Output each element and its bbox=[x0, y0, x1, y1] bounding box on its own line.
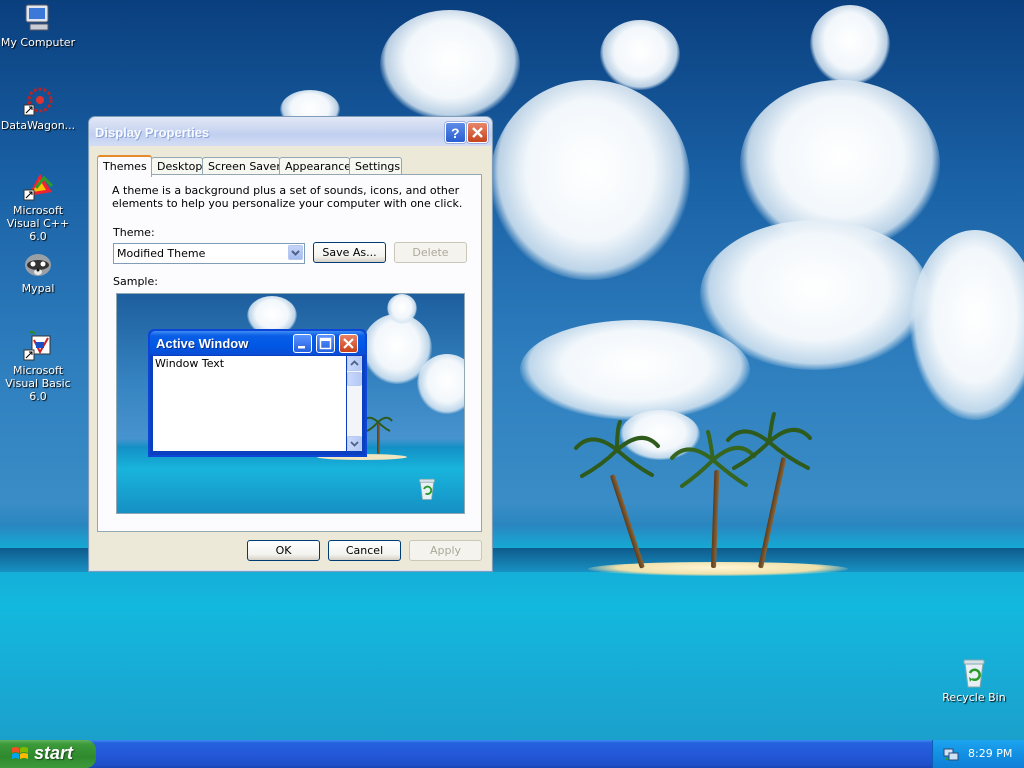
wallpaper-cloud bbox=[810, 5, 890, 85]
start-button[interactable]: start bbox=[0, 740, 96, 768]
ok-button[interactable]: OK bbox=[247, 540, 320, 561]
sample-window-text: Window Text bbox=[155, 357, 225, 370]
question-mark-icon: ? bbox=[451, 125, 460, 141]
tab-appearance[interactable]: Appearance bbox=[279, 157, 351, 175]
recycle-bin-icon bbox=[958, 657, 990, 689]
theme-sample-preview: Active Window Window Text bbox=[116, 293, 465, 514]
maximize-icon bbox=[316, 334, 335, 353]
apply-button[interactable]: Apply bbox=[409, 540, 482, 561]
preview-cloud bbox=[387, 294, 417, 324]
scroll-thumb bbox=[347, 372, 362, 386]
mypal-raccoon-icon bbox=[22, 248, 54, 280]
desktop-icon-my-computer[interactable]: My Computer bbox=[0, 2, 78, 49]
dialog-titlebar[interactable]: Display Properties ? bbox=[89, 117, 492, 146]
sample-window-titlebar: Active Window bbox=[150, 331, 365, 355]
theme-select[interactable]: Modified Theme bbox=[113, 243, 305, 264]
themes-description: A theme is a background plus a set of so… bbox=[112, 184, 463, 210]
desktop-icon-visual-basic[interactable]: Microsoft Visual Basic 6.0 bbox=[0, 330, 78, 403]
start-label: start bbox=[34, 743, 74, 763]
system-tray: 8:29 PM bbox=[932, 740, 1024, 768]
desktop-icon-label: Recycle Bin bbox=[942, 691, 1006, 704]
sample-window-body: Window Text bbox=[153, 356, 346, 451]
svg-text:?: ? bbox=[451, 125, 460, 141]
desktop-icon-mypal[interactable]: Mypal bbox=[0, 248, 78, 295]
delete-button[interactable]: Delete bbox=[394, 242, 467, 263]
visual-cpp-icon bbox=[22, 170, 54, 202]
sample-window-title: Active Window bbox=[156, 336, 249, 351]
desktop-icon-recycle-bin[interactable]: Recycle Bin bbox=[934, 657, 1014, 704]
close-icon bbox=[339, 334, 358, 353]
datawagon-icon bbox=[22, 85, 54, 117]
sample-scrollbar bbox=[347, 356, 362, 451]
scroll-up-icon bbox=[347, 356, 362, 371]
tab-screen-saver[interactable]: Screen Saver bbox=[202, 157, 281, 175]
close-icon bbox=[472, 127, 483, 138]
desktop-icon-datawagon[interactable]: DataWagon... bbox=[0, 85, 78, 132]
wallpaper-cloud bbox=[600, 20, 680, 90]
themes-panel: A theme is a background plus a set of so… bbox=[97, 174, 482, 532]
preview-palm-fronds bbox=[363, 416, 393, 432]
theme-select-value: Modified Theme bbox=[117, 247, 206, 260]
theme-label: Theme: bbox=[113, 226, 155, 239]
network-icon[interactable] bbox=[943, 746, 959, 762]
taskbar[interactable]: start 8:29 PM bbox=[0, 740, 1024, 768]
desktop-icon-visual-cpp[interactable]: Microsoft Visual C++ 6.0 bbox=[0, 170, 78, 243]
wallpaper-cloud bbox=[380, 10, 520, 120]
preview-cloud bbox=[417, 354, 464, 414]
sample-label: Sample: bbox=[113, 275, 158, 288]
sample-active-window: Active Window Window Text bbox=[148, 329, 367, 457]
help-button[interactable]: ? bbox=[445, 122, 466, 143]
tab-settings[interactable]: Settings bbox=[349, 157, 402, 175]
cancel-button[interactable]: Cancel bbox=[328, 540, 401, 561]
visual-basic-icon bbox=[22, 330, 54, 362]
palm-fronds bbox=[726, 412, 812, 470]
clock[interactable]: 8:29 PM bbox=[968, 747, 1012, 760]
recycle-bin-icon bbox=[419, 478, 435, 500]
chevron-down-icon[interactable] bbox=[288, 245, 303, 260]
desktop-icon-label: My Computer bbox=[0, 36, 76, 49]
windows-logo-icon bbox=[12, 747, 28, 759]
display-properties-dialog[interactable]: Display Properties ? Themes Desktop Scre… bbox=[88, 116, 493, 572]
sand-island bbox=[588, 562, 848, 576]
scroll-down-icon bbox=[347, 436, 362, 451]
tab-desktop[interactable]: Desktop bbox=[151, 157, 203, 175]
computer-icon bbox=[22, 2, 54, 34]
wallpaper-cloud bbox=[910, 230, 1024, 420]
save-as-button[interactable]: Save As... bbox=[313, 242, 386, 263]
palm-fronds bbox=[574, 420, 660, 478]
tab-themes[interactable]: Themes bbox=[97, 155, 152, 177]
desktop-icon-label: DataWagon... bbox=[0, 119, 76, 132]
dialog-title: Display Properties bbox=[95, 125, 210, 140]
desktop-icon-label: Microsoft Visual C++ 6.0 bbox=[6, 204, 70, 243]
desktop-icon-label: Microsoft Visual Basic 6.0 bbox=[5, 364, 71, 403]
close-button[interactable] bbox=[467, 122, 488, 143]
wallpaper-cloud bbox=[520, 320, 750, 420]
wallpaper-cloud bbox=[490, 80, 690, 280]
desktop-icon-label: Mypal bbox=[21, 282, 55, 295]
minimize-icon bbox=[293, 334, 312, 353]
